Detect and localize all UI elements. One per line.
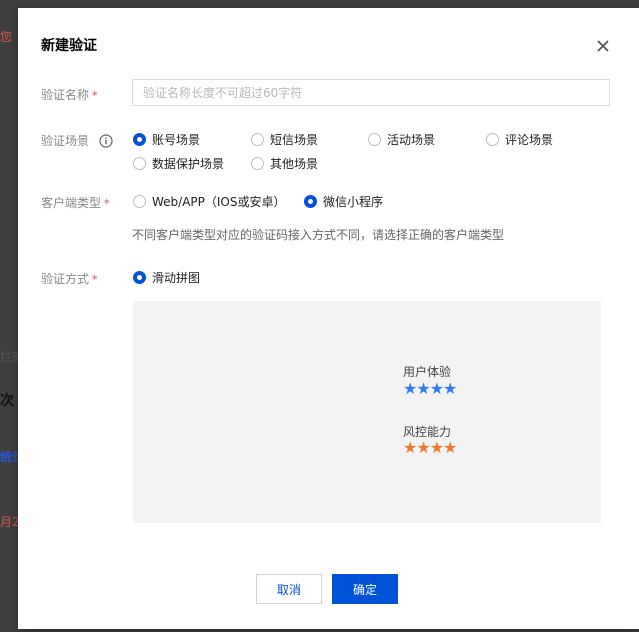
scene-option-account[interactable]: 账号场景 bbox=[133, 131, 200, 148]
background-text: 您 bbox=[0, 30, 13, 44]
method-label: 验证方式 * bbox=[41, 272, 98, 286]
scene-option-other[interactable]: 其他场景 bbox=[251, 155, 318, 172]
radio-icon bbox=[251, 157, 264, 170]
client-option-web-app[interactable]: Web/APP（IOS或安卓） bbox=[133, 193, 286, 210]
user-experience-label: 用户体验 bbox=[403, 365, 452, 379]
background-text: 月2 bbox=[0, 515, 20, 529]
method-preview-panel: 用户体验 ★★★★ 风控能力 ★★★★ bbox=[133, 301, 601, 523]
radio-icon bbox=[133, 195, 146, 208]
radio-icon bbox=[251, 133, 264, 146]
client-type-hint: 不同客户端类型对应的验证码接入方式不同，请选择正确的客户端类型 bbox=[132, 228, 505, 242]
radio-icon bbox=[133, 157, 146, 170]
close-button[interactable] bbox=[594, 37, 612, 55]
info-icon[interactable] bbox=[99, 134, 113, 148]
name-field-label: 验证名称 * bbox=[41, 88, 98, 102]
dialog-title: 新建验证 bbox=[41, 38, 97, 54]
scene-option-sms[interactable]: 短信场景 bbox=[251, 131, 318, 148]
radio-icon bbox=[368, 133, 381, 146]
background-text: 次 bbox=[0, 393, 14, 409]
scene-option-activity[interactable]: 活动场景 bbox=[368, 131, 435, 148]
radio-icon bbox=[304, 195, 317, 208]
radio-icon bbox=[133, 271, 146, 284]
method-option-slide-puzzle[interactable]: 滑动拼图 bbox=[133, 269, 200, 286]
client-option-wechat-miniprogram[interactable]: 微信小程序 bbox=[304, 193, 383, 210]
client-type-label: 客户端类型 * bbox=[41, 196, 110, 210]
radio-icon bbox=[133, 133, 146, 146]
radio-icon bbox=[486, 133, 499, 146]
confirm-button[interactable]: 确定 bbox=[332, 574, 398, 604]
scene-field-label: 验证场景 bbox=[41, 132, 113, 149]
cancel-button[interactable]: 取消 bbox=[256, 574, 322, 604]
scene-option-data-protection[interactable]: 数据保护场景 bbox=[133, 155, 224, 172]
new-verification-dialog: 新建验证 验证名称* 验证场景 账号场景 短信场景 活动场景 评论场景 数据保护… bbox=[18, 8, 639, 629]
scene-option-comment[interactable]: 评论场景 bbox=[486, 131, 553, 148]
name-input[interactable] bbox=[132, 79, 610, 106]
close-icon bbox=[597, 40, 609, 52]
user-experience-rating: ★★★★ bbox=[403, 379, 457, 398]
risk-control-rating: ★★★★ bbox=[403, 438, 457, 457]
